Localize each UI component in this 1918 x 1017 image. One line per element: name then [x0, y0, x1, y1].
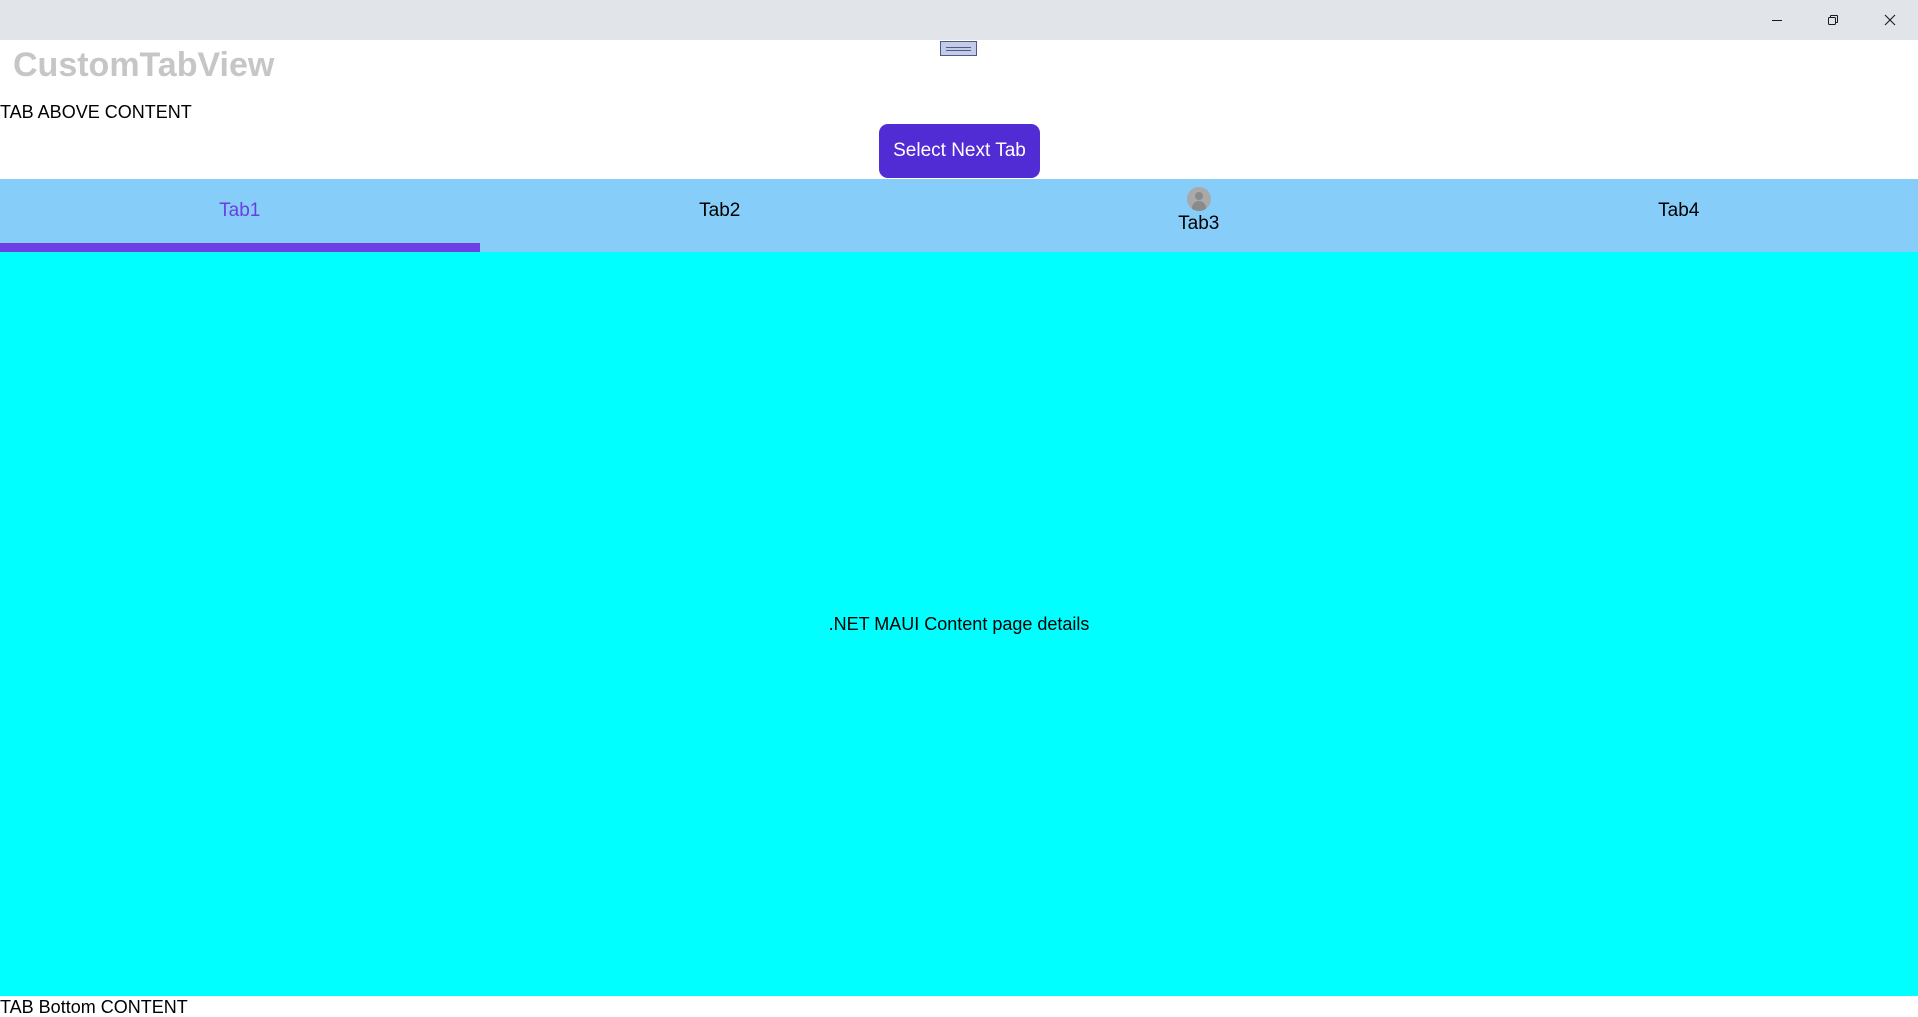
content-page-text: .NET MAUI Content page details	[828, 614, 1090, 634]
tab-label: Tab3	[1178, 213, 1220, 234]
tab-tab4[interactable]: Tab4	[1439, 179, 1918, 252]
tab-tab1[interactable]: Tab1	[0, 179, 480, 252]
drag-handle-grip-icon	[946, 46, 971, 51]
close-button[interactable]	[1862, 0, 1918, 40]
tab-label: Tab2	[699, 200, 741, 221]
tab-label: Tab1	[219, 200, 261, 221]
app-title: CustomTabView	[13, 46, 275, 84]
app-window: CustomTabView TAB ABOVE CONTENT Select N…	[0, 0, 1918, 1017]
title-bar[interactable]	[0, 0, 1918, 40]
select-next-tab-button[interactable]: Select Next Tab	[879, 124, 1040, 178]
minimize-icon	[1772, 20, 1782, 21]
restore-button[interactable]	[1805, 0, 1861, 40]
close-icon	[1884, 14, 1896, 26]
person-icon	[1187, 187, 1211, 211]
tab-strip: Tab1 Tab2 Tab3 Tab4	[0, 179, 1918, 252]
restore-icon	[1828, 15, 1838, 25]
drag-handle[interactable]	[940, 41, 977, 56]
tab-bottom-content-label: TAB Bottom CONTENT	[0, 997, 188, 1017]
selected-tab-indicator	[0, 243, 480, 252]
tab-tab3[interactable]: Tab3	[959, 179, 1439, 252]
minimize-button[interactable]	[1749, 0, 1805, 40]
tab-label: Tab4	[1658, 200, 1700, 221]
tab-content-area: .NET MAUI Content page details	[0, 252, 1918, 996]
tab-tab2[interactable]: Tab2	[480, 179, 960, 252]
tab-above-content-label: TAB ABOVE CONTENT	[0, 102, 192, 122]
